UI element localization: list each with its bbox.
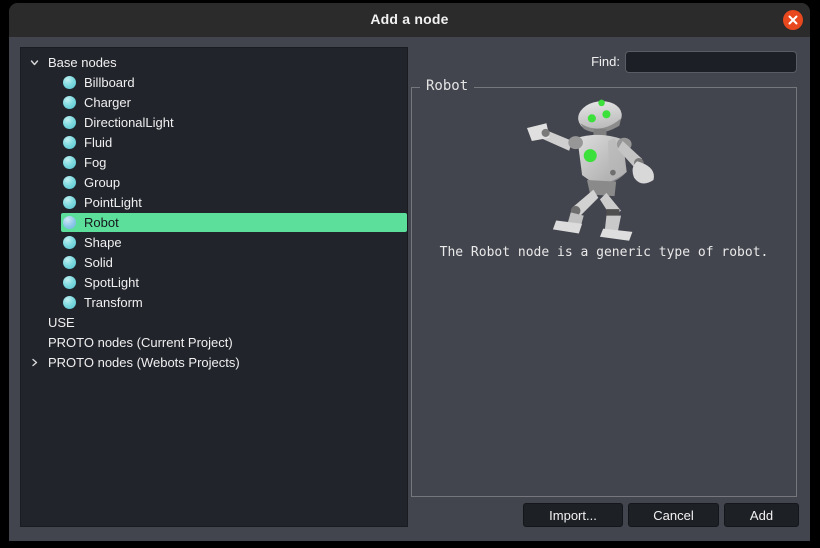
preview-group-title: Robot: [420, 78, 475, 94]
tree-item-body-use[interactable]: USE: [46, 313, 407, 332]
node-sphere-icon: [63, 115, 76, 129]
tree-item-label: Fog: [84, 154, 107, 170]
tree-item-body-transform[interactable]: Transform: [61, 293, 407, 312]
close-icon: [788, 15, 798, 25]
node-sphere-icon: [63, 235, 76, 249]
tree-item-transform[interactable]: Transform: [21, 292, 407, 312]
cancel-button[interactable]: Cancel: [628, 503, 719, 527]
tree-item-label: SpotLight: [84, 274, 139, 290]
robot-3d-icon: [526, 99, 654, 241]
node-sphere-icon: [63, 275, 76, 289]
tree-item-body-fluid[interactable]: Fluid: [61, 133, 407, 152]
node-sphere-icon: [63, 175, 76, 189]
add-node-dialog: Add a node Base nodes Billboard Charger Dir…: [9, 3, 810, 541]
tree-item-spotlight[interactable]: SpotLight: [21, 272, 407, 292]
node-tree: Base nodes Billboard Charger DirectionalLig…: [20, 47, 408, 527]
dialog-titlebar: Add a node: [9, 3, 810, 37]
node-sphere-icon: [63, 255, 76, 269]
tree-item-label: Shape: [84, 234, 122, 250]
tree-item-body-shape[interactable]: Shape: [61, 233, 407, 252]
tree-item-body-group[interactable]: Group: [61, 173, 407, 192]
tree-item-robot[interactable]: Robot: [21, 212, 407, 232]
tree-item-fog[interactable]: Fog: [21, 152, 407, 172]
tree-item-label: PointLight: [84, 194, 142, 210]
find-input[interactable]: [625, 51, 797, 73]
node-description: The Robot node is a generic type of robo…: [439, 245, 769, 260]
tree-item-label: Solid: [84, 254, 113, 270]
tree-item-directionallight[interactable]: DirectionalLight: [21, 112, 407, 132]
tree-item-label: Billboard: [84, 74, 135, 90]
node-sphere-icon: [63, 215, 76, 229]
add-button[interactable]: Add: [724, 503, 799, 527]
dialog-title: Add a node: [370, 11, 449, 27]
close-button[interactable]: [783, 10, 803, 30]
tree-item-label: Robot: [84, 214, 119, 230]
tree-item-label: Transform: [84, 294, 143, 310]
node-sphere-icon: [63, 295, 76, 309]
tree-item-body-fog[interactable]: Fog: [61, 153, 407, 172]
tree-item-charger[interactable]: Charger: [21, 92, 407, 112]
tree-item-body-billboard[interactable]: Billboard: [61, 73, 407, 92]
node-preview-groupbox: Robot The Robot node is a generic type o…: [411, 78, 797, 497]
tree-item-group[interactable]: Group: [21, 172, 407, 192]
tree-item-label: PROTO nodes (Webots Projects): [48, 354, 240, 370]
tree-item-label: USE: [48, 314, 75, 330]
tree-item-shape[interactable]: Shape: [21, 232, 407, 252]
tree-item-proto-nodes-webots-projects[interactable]: PROTO nodes (Webots Projects): [21, 352, 407, 372]
tree-item-label: PROTO nodes (Current Project): [48, 334, 233, 350]
tree-item-solid[interactable]: Solid: [21, 252, 407, 272]
tree-item-pointlight[interactable]: PointLight: [21, 192, 407, 212]
tree-item-use[interactable]: USE: [21, 312, 407, 332]
node-sphere-icon: [63, 195, 76, 209]
tree-item-body-pointlight[interactable]: PointLight: [61, 193, 407, 212]
tree-item-base-nodes[interactable]: Base nodes: [21, 52, 407, 72]
tree-item-label: Fluid: [84, 134, 113, 150]
tree-item-body-solid[interactable]: Solid: [61, 253, 407, 272]
import-button[interactable]: Import...: [523, 503, 623, 527]
robot-preview-image: [412, 94, 796, 244]
tree-item-label: DirectionalLight: [84, 114, 174, 130]
tree-item-label: Group: [84, 174, 121, 190]
chevron-down-icon[interactable]: [28, 56, 40, 68]
node-sphere-icon: [63, 155, 76, 169]
tree-item-body-base-nodes[interactable]: Base nodes: [46, 53, 407, 72]
tree-item-body-spotlight[interactable]: SpotLight: [61, 273, 407, 292]
chevron-right-icon[interactable]: [28, 356, 40, 368]
tree-item-proto-nodes-current-project[interactable]: PROTO nodes (Current Project): [21, 332, 407, 352]
tree-item-label: Charger: [84, 94, 131, 110]
node-sphere-icon: [63, 75, 76, 89]
find-label: Find:: [591, 54, 620, 69]
tree-item-body-proto-nodes-webots-projects[interactable]: PROTO nodes (Webots Projects): [46, 353, 407, 372]
tree-item-billboard[interactable]: Billboard: [21, 72, 407, 92]
tree-item-body-proto-nodes-current-project[interactable]: PROTO nodes (Current Project): [46, 333, 407, 352]
tree-item-fluid[interactable]: Fluid: [21, 132, 407, 152]
tree-item-body-charger[interactable]: Charger: [61, 93, 407, 112]
tree-item-label: Base nodes: [48, 54, 117, 70]
tree-item-body-directionallight[interactable]: DirectionalLight: [61, 113, 407, 132]
node-sphere-icon: [63, 95, 76, 109]
node-sphere-icon: [63, 135, 76, 149]
tree-item-body-robot[interactable]: Robot: [61, 212, 407, 232]
